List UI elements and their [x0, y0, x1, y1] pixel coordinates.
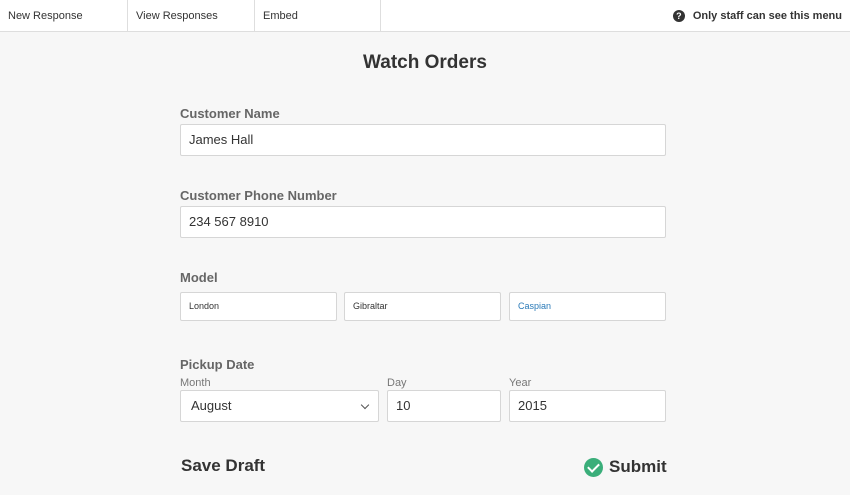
save-draft-button[interactable]: Save Draft — [181, 456, 265, 476]
customer-phone-input[interactable]: 234 567 8910 — [180, 206, 666, 238]
model-label: Model — [180, 270, 218, 285]
model-option-london[interactable]: London — [180, 292, 337, 321]
customer-name-label: Customer Name — [180, 106, 280, 121]
day-input[interactable]: 10 — [387, 390, 501, 422]
pickup-date-label: Pickup Date — [180, 357, 255, 372]
submit-label: Submit — [609, 457, 667, 476]
staff-notice: ? Only staff can see this menu — [672, 0, 842, 32]
question-circle-icon: ? — [672, 10, 685, 22]
model-option-gibraltar[interactable]: Gibraltar — [344, 292, 501, 321]
month-label: Month — [180, 377, 211, 389]
submit-button[interactable]: Submit — [584, 456, 667, 478]
month-select[interactable]: August — [180, 390, 379, 422]
customer-name-input[interactable]: James Hall — [180, 124, 666, 156]
model-option-caspian[interactable]: Caspian — [509, 292, 666, 321]
tab-view-responses[interactable]: View Responses — [128, 0, 255, 32]
chevron-down-icon — [360, 400, 370, 410]
staff-notice-text: Only staff can see this menu — [692, 10, 842, 22]
year-label: Year — [509, 377, 532, 389]
month-select-value: August — [191, 398, 232, 413]
day-label: Day — [387, 377, 407, 389]
form-title: Watch Orders — [363, 52, 487, 73]
top-menu-bar: New Response View Responses Embed ? Only… — [0, 0, 850, 32]
tab-new-response[interactable]: New Response — [0, 0, 128, 32]
check-circle-icon — [584, 457, 603, 477]
customer-phone-label: Customer Phone Number — [180, 188, 337, 203]
tab-embed[interactable]: Embed — [255, 0, 381, 32]
year-input[interactable]: 2015 — [509, 390, 666, 422]
